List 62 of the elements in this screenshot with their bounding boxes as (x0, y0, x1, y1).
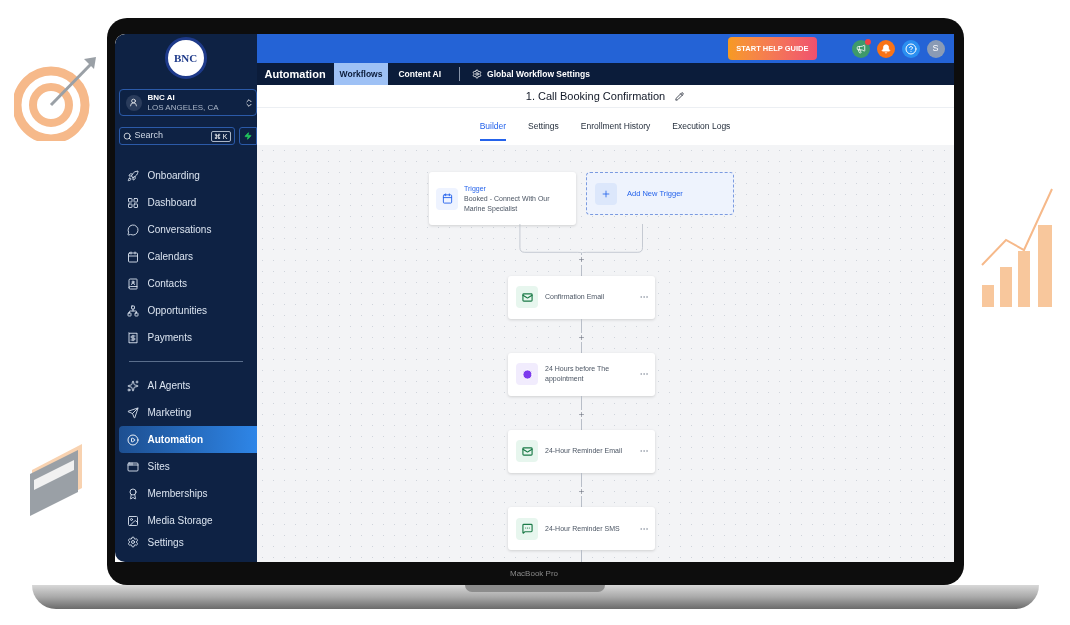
search-placeholder: Search (134, 129, 165, 143)
nodes-icon (126, 304, 139, 317)
gear-icon (472, 69, 483, 79)
bell-icon[interactable] (876, 39, 895, 58)
add-step-icon[interactable] (577, 488, 586, 496)
sidebar-item[interactable]: Automation (118, 426, 257, 453)
builder-tab[interactable]: Settings (528, 120, 559, 141)
megaphone-icon[interactable] (851, 39, 870, 58)
edit-icon[interactable] (675, 91, 685, 101)
add-step-icon[interactable] (577, 410, 586, 418)
nav-tab[interactable]: Workflows (333, 63, 389, 85)
workflow-settings-link[interactable]: Global Workflow Settings (472, 67, 590, 81)
plus-icon (595, 182, 617, 205)
account-switcher[interactable]: BNC AI LOS ANGELES, CA (118, 89, 257, 116)
chat-bubble-icon (126, 223, 139, 236)
contact-card-icon (126, 277, 139, 290)
sidebar-item[interactable]: Settings (114, 534, 257, 550)
nav-tab[interactable]: Content AI (392, 63, 448, 85)
account-location: LOS ANGELES, CA (147, 102, 220, 113)
search-icon (122, 131, 132, 141)
calendar-icon (126, 250, 139, 263)
rocket-icon (126, 169, 139, 182)
builder-tab[interactable]: Enrollment History (580, 120, 651, 141)
laptop-label: MacBook Pro (510, 567, 558, 580)
sparkle-icon (126, 379, 139, 392)
sidebar-item[interactable]: Sites (118, 453, 257, 480)
builder-tab[interactable]: Builder (479, 120, 507, 141)
add-step-icon[interactable] (577, 256, 586, 264)
lightning-icon (243, 132, 252, 140)
builder-tab[interactable]: Execution Logs (672, 120, 731, 141)
paper-plane-icon (126, 406, 139, 419)
image-icon (126, 514, 139, 527)
message-icon (516, 517, 538, 540)
section-title: Automation (263, 66, 327, 82)
account-name: BNC AI (147, 92, 176, 103)
browser-window-icon (126, 460, 139, 473)
help-icon[interactable] (901, 39, 920, 58)
envelope-icon (516, 286, 538, 308)
calendar-icon (436, 187, 458, 210)
workflow-title: 1. Call Booking Confirmation (525, 88, 666, 104)
quick-action-button[interactable] (238, 127, 257, 145)
logo: BNC (164, 37, 207, 79)
add-step-icon[interactable] (577, 333, 586, 341)
sidebar-item[interactable]: Dashboard (118, 189, 257, 216)
sidebar-item[interactable]: Conversations (118, 216, 257, 243)
award-icon (126, 487, 139, 500)
grid-icon (126, 196, 139, 209)
play-circle-icon (126, 433, 139, 446)
sidebar-item[interactable]: Contacts (118, 270, 257, 297)
chevron-icon (243, 97, 254, 108)
receipt-icon (126, 331, 139, 344)
sidebar-item[interactable]: Onboarding (118, 162, 257, 189)
sidebar-item[interactable]: AI Agents (118, 372, 257, 399)
sidebar-item[interactable]: Media Storage (118, 507, 257, 534)
sidebar-item[interactable]: Memberships (118, 480, 257, 507)
sidebar-item[interactable]: Marketing (118, 399, 257, 426)
sidebar-item[interactable]: Payments (118, 324, 257, 351)
envelope-icon (516, 440, 538, 463)
sidebar-item[interactable]: Calendars (118, 243, 257, 270)
settings-icon (126, 536, 139, 548)
sidebar-item[interactable]: Opportunities (118, 297, 257, 324)
user-icon (125, 94, 142, 111)
